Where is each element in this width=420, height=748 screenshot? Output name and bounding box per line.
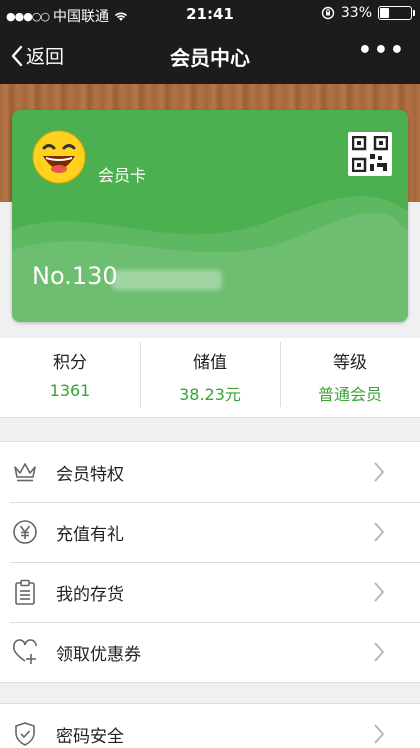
stat-label: 等级 [333, 353, 367, 373]
stat-balance[interactable]: 储值 38.23元 [140, 338, 280, 417]
stat-points[interactable]: 积分 1361 [0, 338, 140, 417]
member-menu: 会员特权 充值有礼 我的存货 领取优惠券 [0, 441, 420, 683]
menu-item-inventory[interactable]: 我的存货 [0, 562, 420, 622]
chevron-right-icon [374, 582, 385, 602]
menu-item-privileges[interactable]: 会员特权 [0, 442, 420, 502]
yen-icon [10, 517, 40, 547]
chevron-right-icon [374, 724, 385, 744]
qr-code-icon[interactable] [348, 132, 392, 176]
stat-value: 38.23元 [179, 385, 241, 404]
crown-icon [10, 457, 40, 487]
stat-label: 储值 [193, 353, 227, 373]
chevron-right-icon [374, 522, 385, 542]
menu-item-label: 我的存货 [56, 584, 124, 605]
menu-item-recharge[interactable]: 充值有礼 [0, 502, 420, 562]
orientation-lock-icon [321, 6, 335, 20]
avatar [32, 130, 86, 184]
card-number: No.130 [32, 262, 118, 290]
security-menu: 密码安全 [0, 703, 420, 748]
menu-item-label: 领取优惠券 [56, 644, 141, 665]
member-stats: 积分 1361 储值 38.23元 等级 普通会员 [0, 338, 420, 418]
member-card[interactable]: 会员卡 No.130 [12, 110, 408, 322]
clipboard-icon [10, 577, 40, 607]
battery-icon [378, 6, 415, 20]
card-number-mask [112, 270, 222, 290]
menu-item-password-security[interactable]: 密码安全 [0, 704, 420, 748]
stat-value: 1361 [49, 381, 91, 400]
stat-level[interactable]: 等级 普通会员 [280, 338, 420, 417]
menu-item-label: 会员特权 [56, 464, 124, 485]
shield-icon [10, 719, 40, 748]
chevron-right-icon [374, 462, 385, 482]
menu-item-label: 密码安全 [56, 726, 124, 747]
navigation-bar: 返回 会员中心 ••• [0, 28, 420, 84]
heart-plus-icon [10, 637, 40, 667]
chevron-right-icon [374, 642, 385, 662]
status-bar: ●●●○○ 中国联通 21:41 33% [0, 0, 420, 28]
menu-item-label: 充值有礼 [56, 524, 124, 545]
card-label: 会员卡 [98, 166, 147, 185]
stat-value: 普通会员 [317, 385, 382, 404]
battery-percent: 33% [340, 5, 372, 21]
more-icon[interactable]: ••• [358, 38, 406, 63]
stat-label: 积分 [53, 353, 87, 373]
menu-item-coupons[interactable]: 领取优惠券 [0, 622, 420, 682]
